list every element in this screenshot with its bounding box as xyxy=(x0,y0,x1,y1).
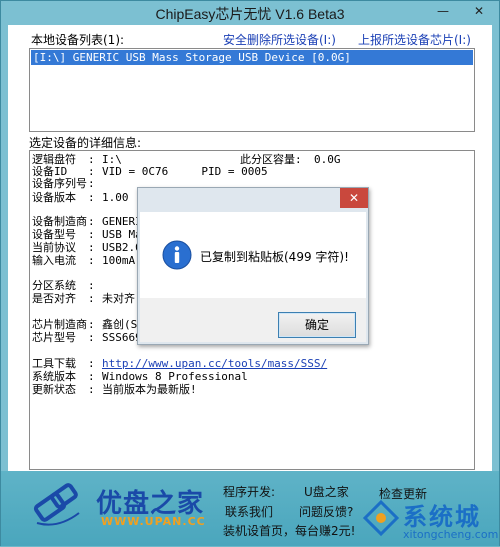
minimize-button[interactable]: — xyxy=(431,3,455,19)
detail-row: 输入电流:100mA xyxy=(32,254,136,267)
title-bar[interactable]: ChipEasy芯片无忧 V1.6 Beta3 — ✕ xyxy=(1,1,499,25)
logo-url: WWW.UPAN.CC xyxy=(101,515,206,528)
detail-row: 设备版本:1.00 xyxy=(32,191,129,204)
detail-row: 工具下载: http://www.upan.cc/tools/mass/SSS/ xyxy=(32,357,328,370)
safe-remove-link[interactable]: 安全删除所选设备(I:) xyxy=(223,31,336,48)
details-label: 选定设备的详细信息: xyxy=(29,136,142,150)
homepage-link[interactable]: 装机设首页，每台赚2元! xyxy=(223,522,355,539)
detail-row: 设备制造商: GENERI xyxy=(32,215,142,228)
detail-row: 是否对齐: 未对齐 xyxy=(32,292,135,305)
upan-logo-icon xyxy=(33,483,80,526)
developer-link[interactable]: U盘之家 xyxy=(304,483,349,500)
dialog-title-bar[interactable] xyxy=(138,188,368,212)
developer-label: 程序开发: xyxy=(223,485,276,499)
detail-row: 设备型号: USB Ma xyxy=(32,228,142,241)
ok-button[interactable]: 确定 xyxy=(278,312,356,338)
detail-row: 系统版本: Windows 8 Professional xyxy=(32,370,248,383)
info-icon xyxy=(162,240,192,270)
copied-dialog: ✕ 已复制到粘贴板(499 字符)! 确定 xyxy=(137,187,369,345)
window-title: ChipEasy芯片无忧 V1.6 Beta3 xyxy=(155,6,345,22)
close-button[interactable]: ✕ xyxy=(467,3,491,19)
device-list-label: 本地设备列表(1): xyxy=(31,33,125,47)
device-list[interactable]: [I:\] GENERIC USB Mass Storage USB Devic… xyxy=(29,48,475,132)
detail-row: 更新状态: 当前版本为最新版! xyxy=(32,383,197,396)
feedback-link[interactable]: 问题反馈? xyxy=(299,503,353,520)
detail-row: 分区系统: xyxy=(32,279,95,292)
detail-row: 芯片制造商: 鑫创(S xyxy=(32,318,138,331)
report-chip-link[interactable]: 上报所选设备芯片(I:) xyxy=(358,31,471,48)
dialog-message: 已复制到粘贴板(499 字符)! xyxy=(200,250,349,264)
device-list-item[interactable]: [I:\] GENERIC USB Mass Storage USB Devic… xyxy=(31,50,473,65)
contact-us-link[interactable]: 联系我们 xyxy=(225,503,273,520)
tool-download-link[interactable]: http://www.upan.cc/tools/mass/SSS/ xyxy=(102,357,327,370)
dialog-close-button[interactable]: ✕ xyxy=(340,188,368,208)
detail-row: 设备序列号: xyxy=(32,177,95,190)
watermark-text: 系统城 xyxy=(403,503,481,531)
app-window: ChipEasy芯片无忧 V1.6 Beta3 — ✕ 本地设备列表(1): 安… xyxy=(0,0,500,546)
watermark-url: xitongcheng.com xyxy=(403,528,499,541)
detail-row: 芯片型号: SSS669 xyxy=(32,331,142,344)
detail-row: 当前协议: USB2.0 xyxy=(32,241,142,254)
